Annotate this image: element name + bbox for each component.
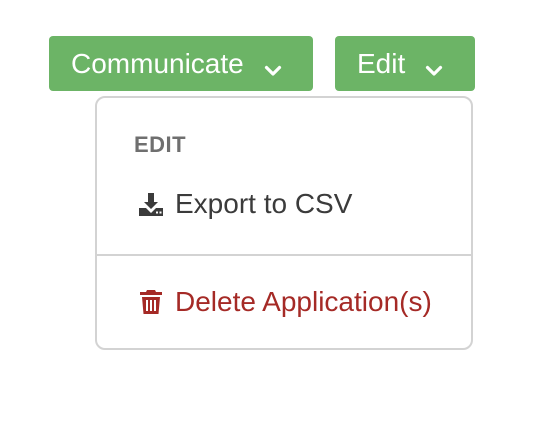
chevron-down-icon — [425, 55, 443, 76]
communicate-button[interactable]: Communicate — [49, 36, 313, 91]
menu-section-header: EDIT — [134, 132, 187, 157]
export-to-csv-label: Export to CSV — [175, 188, 353, 219]
delete-applications-label: Delete Application(s) — [175, 286, 432, 317]
download-icon — [137, 190, 165, 218]
menu-divider — [97, 254, 471, 256]
trash-icon — [137, 288, 165, 316]
edit-button[interactable]: Edit — [335, 36, 475, 91]
communicate-button-label: Communicate — [71, 47, 244, 79]
stage: Communicate Edit EDIT Export to CSV Dele… — [0, 0, 540, 426]
chevron-down-icon — [264, 55, 282, 76]
export-to-csv-item[interactable]: Export to CSV — [137, 188, 352, 220]
delete-applications-item[interactable]: Delete Application(s) — [137, 286, 432, 318]
edit-dropdown-menu: EDIT Export to CSV Delete Application(s) — [95, 96, 473, 350]
edit-button-label: Edit — [357, 47, 406, 79]
